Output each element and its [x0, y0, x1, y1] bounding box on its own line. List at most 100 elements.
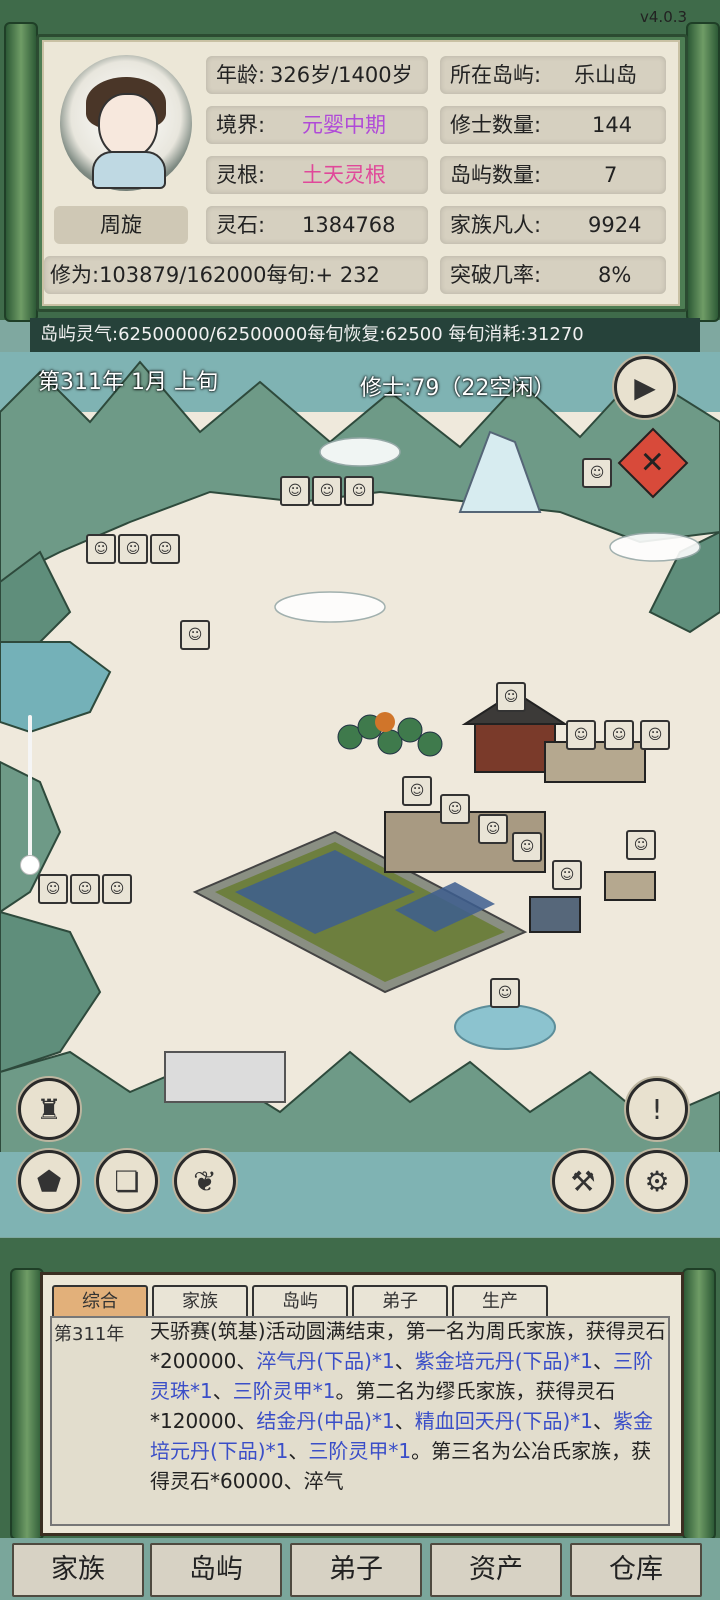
cultivator-chip[interactable]: ☺: [512, 832, 542, 862]
cultivator-chip[interactable]: ☺: [70, 874, 100, 904]
breakthrough-label: 突破几率:: [450, 263, 542, 287]
cultivator-chip[interactable]: ☺: [118, 534, 148, 564]
game-date: 第311年 1月 上旬: [38, 370, 218, 395]
cultivator-chip[interactable]: ☺: [150, 534, 180, 564]
scroll-roller-right: [686, 22, 720, 322]
island-map[interactable]: ☺ ☺ ☺ ☺ ☺ ☺ ☺ ☺ ☺ ☺ ☺ ☺ ☺ ☺ ☺ ☺ ☺ ☺ ☺ ☺ …: [0, 352, 720, 1237]
zoom-slider-knob[interactable]: [20, 855, 40, 875]
plant-icon: ❦: [193, 1164, 217, 1198]
scroll-icon: ❏: [114, 1164, 140, 1198]
log-item-link[interactable]: 淬气丹(下品)*1: [256, 1349, 394, 1373]
log-text-segment: 、: [212, 1379, 233, 1403]
nav-warehouse-button[interactable]: 仓库: [570, 1543, 702, 1597]
next-turn-button[interactable]: ▶: [614, 356, 676, 418]
mortals-stat: 家族凡人: 9924: [440, 206, 666, 244]
cultivators-value: 144: [592, 113, 633, 137]
tab-general[interactable]: 综合: [52, 1285, 148, 1319]
scroll-roller-left: [4, 22, 38, 322]
cultivator-chip[interactable]: ☺: [640, 720, 670, 750]
log-item-link[interactable]: 结金丹(中品)*1: [256, 1409, 394, 1433]
realm-stat: 境界: 元婴中期: [206, 106, 428, 144]
tab-family[interactable]: 家族: [152, 1285, 248, 1319]
cultivator-chip[interactable]: ☺: [490, 978, 520, 1008]
cultivator-chip[interactable]: ☺: [582, 458, 612, 488]
scroll-button[interactable]: ❏: [96, 1150, 158, 1212]
island-qi-bar: 岛屿灵气:62500000/62500000每旬恢复:62500 每旬消耗:31…: [30, 318, 700, 352]
log-entry: 天骄赛(筑基)活动圆满结束，第一名为周氏家族，获得灵石*200000、淬气丹(下…: [150, 1316, 670, 1496]
cultivator-chip[interactable]: ☺: [102, 874, 132, 904]
nav-family-button[interactable]: 家族: [12, 1543, 144, 1597]
realm-label: 境界:: [216, 113, 266, 137]
cultivator-chip[interactable]: ☺: [38, 874, 68, 904]
statue-icon: ♜: [36, 1092, 62, 1126]
breakthrough-stat: 突破几率: 8%: [440, 256, 666, 294]
log-text-segment: 、: [593, 1409, 614, 1433]
zoom-slider-track[interactable]: [28, 715, 32, 865]
log-item-link[interactable]: 精血回天丹(下品)*1: [415, 1409, 593, 1433]
breakthrough-value: 8%: [598, 263, 632, 287]
cultivator-chip[interactable]: ☺: [626, 830, 656, 860]
exclamation-icon: !: [651, 1092, 663, 1126]
cultivators-label: 修士数量:: [450, 113, 542, 137]
tab-island[interactable]: 岛屿: [252, 1285, 348, 1319]
nav-assets-button[interactable]: 资产: [430, 1543, 562, 1597]
statue-button[interactable]: ♜: [18, 1078, 80, 1140]
cultivator-chip[interactable]: ☺: [180, 620, 210, 650]
cultivator-chip[interactable]: ☺: [280, 476, 310, 506]
root-label: 灵根:: [216, 163, 266, 187]
hammer-button[interactable]: ⚒: [552, 1150, 614, 1212]
cultivator-chip[interactable]: ☺: [344, 476, 374, 506]
nav-island-button[interactable]: 岛屿: [150, 1543, 282, 1597]
islands-label: 岛屿数量:: [450, 163, 542, 187]
tab-production[interactable]: 生产: [452, 1285, 548, 1319]
age-label: 年龄:: [216, 63, 266, 87]
nav-disciples-button[interactable]: 弟子: [290, 1543, 422, 1597]
log-roller-left: [10, 1268, 44, 1540]
islands-stat: 岛屿数量: 7: [440, 156, 666, 194]
play-arrow-icon: ▶: [634, 370, 656, 404]
cultivator-count: 修士:79（22空闲）: [360, 376, 556, 401]
alert-button[interactable]: !: [626, 1078, 688, 1140]
character-name[interactable]: 周旋: [54, 206, 188, 244]
stone-value: 1384768: [302, 213, 396, 237]
settings-button[interactable]: ⚙: [626, 1150, 688, 1212]
spirit-stone-stat: 灵石: 1384768: [206, 206, 428, 244]
cultivator-chip[interactable]: ☺: [566, 720, 596, 750]
log-text-segment: 、: [593, 1349, 614, 1373]
island-value: 乐山岛: [574, 63, 637, 87]
age-value: 326岁/1400岁: [270, 63, 413, 87]
age-stat: 年龄: 326岁/1400岁: [206, 56, 428, 94]
log-roller-right: [682, 1268, 716, 1540]
root-value: 土天灵根: [302, 163, 386, 187]
log-text-segment: 、: [288, 1439, 309, 1463]
island-label: 所在岛屿:: [450, 63, 542, 87]
gear-icon: ⚙: [644, 1164, 670, 1198]
log-item-link[interactable]: 紫金培元丹(下品)*1: [415, 1349, 593, 1373]
log-text-segment: 、: [394, 1349, 415, 1373]
cultivator-chip[interactable]: ☺: [478, 814, 508, 844]
cultivation-text: 修为:103879/162000每旬:+ 232: [50, 263, 380, 287]
character-avatar[interactable]: [60, 55, 192, 191]
close-icon: ✕: [640, 445, 666, 481]
log-year: 第311年: [54, 1324, 125, 1345]
map-button[interactable]: ⬟: [18, 1150, 80, 1212]
cultivator-chip[interactable]: ☺: [552, 860, 582, 890]
log-item-link[interactable]: 三阶灵甲*1: [233, 1379, 336, 1403]
tab-disciples[interactable]: 弟子: [352, 1285, 448, 1319]
islands-value: 7: [604, 163, 618, 187]
cultivator-chip[interactable]: ☺: [312, 476, 342, 506]
cultivator-chip[interactable]: ☺: [86, 534, 116, 564]
hammer-icon: ⚒: [570, 1164, 596, 1198]
cultivator-chip[interactable]: ☺: [440, 794, 470, 824]
root-stat: 灵根: 土天灵根: [206, 156, 428, 194]
cultivator-chip[interactable]: ☺: [496, 682, 526, 712]
realm-value: 元婴中期: [302, 113, 386, 137]
cultivator-chip[interactable]: ☺: [402, 776, 432, 806]
cultivators-stat: 修士数量: 144: [440, 106, 666, 144]
version-label: v4.0.3: [640, 8, 688, 26]
log-item-link[interactable]: 三阶灵甲*1: [308, 1439, 411, 1463]
plant-button[interactable]: ❦: [174, 1150, 236, 1212]
log-text-segment: 、: [394, 1409, 415, 1433]
cultivation-stat: 修为:103879/162000每旬:+ 232: [44, 256, 428, 294]
cultivator-chip[interactable]: ☺: [604, 720, 634, 750]
